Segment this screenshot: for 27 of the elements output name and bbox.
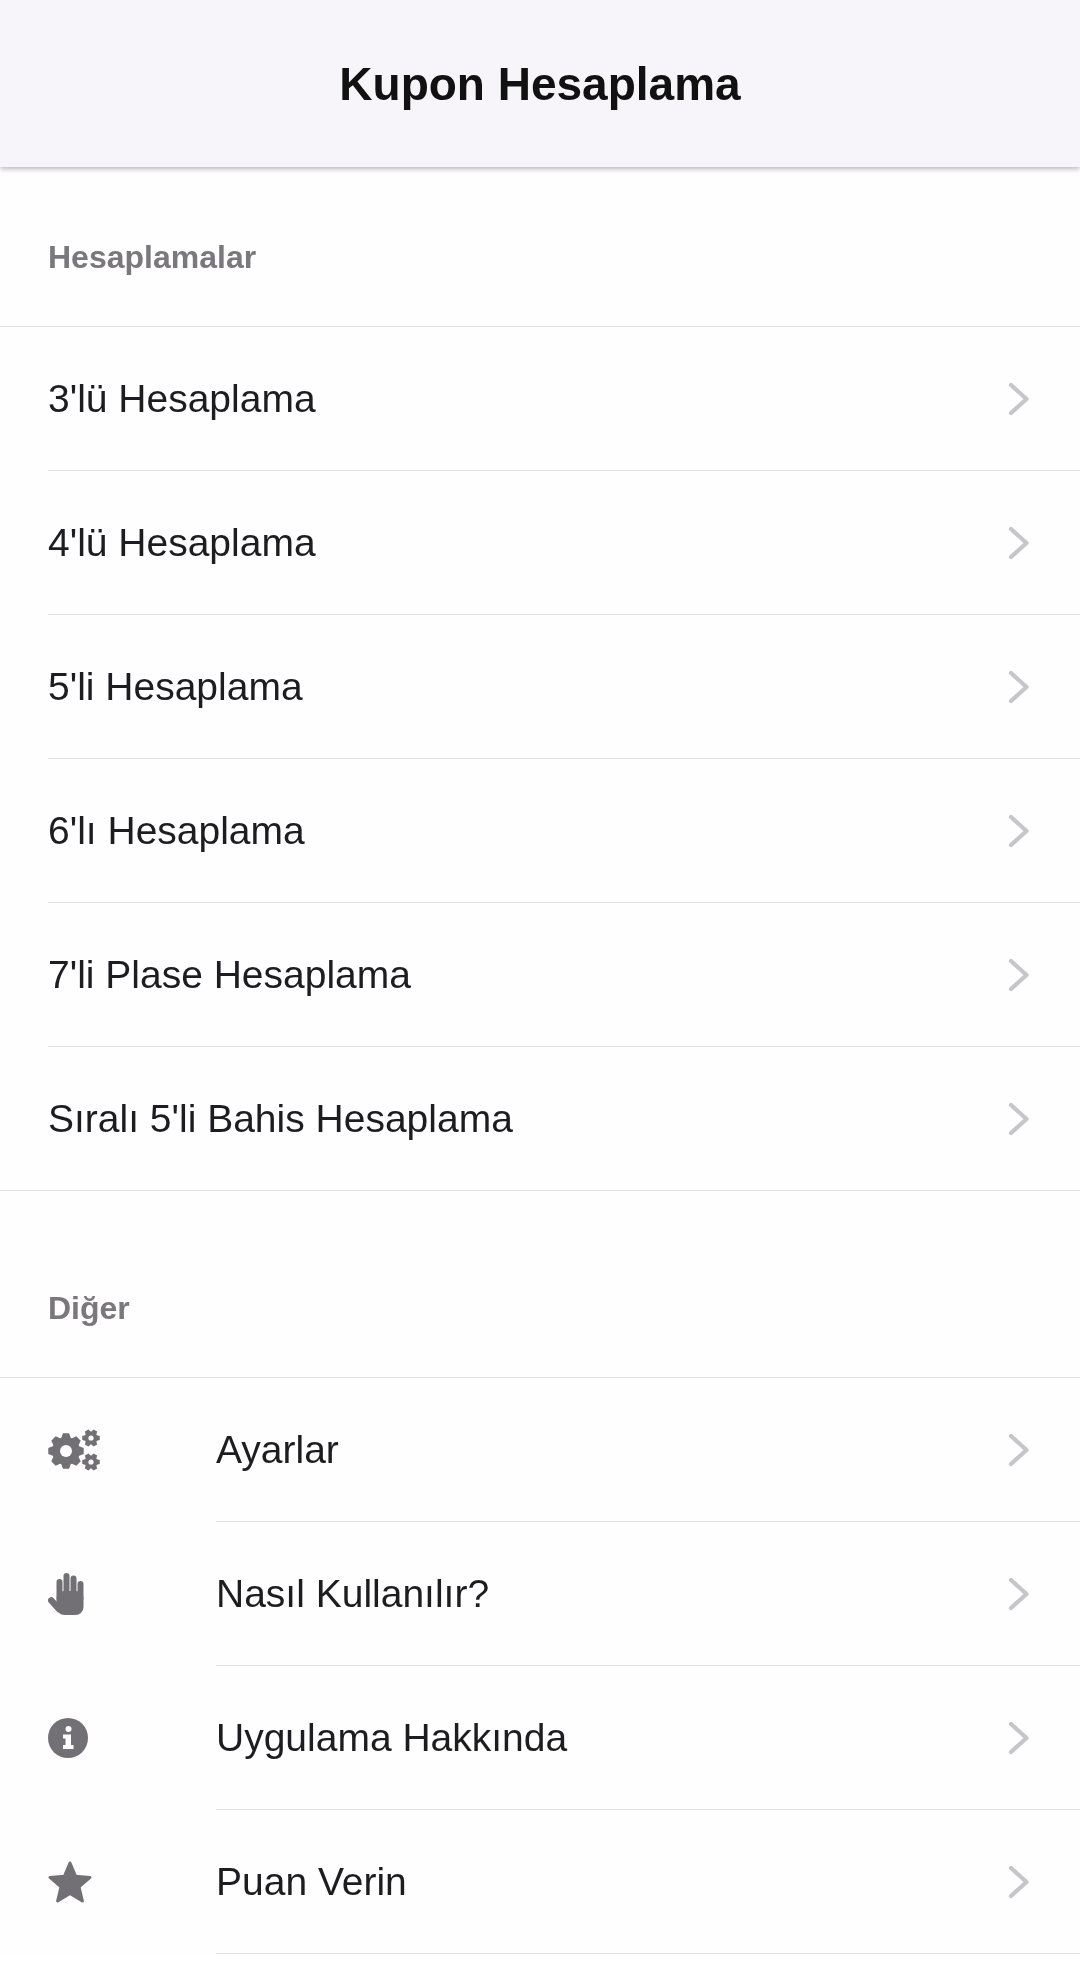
chevron-icon bbox=[1008, 381, 1030, 416]
list-item[interactable]: 6'lı Hesaplama bbox=[0, 759, 1080, 902]
app-title: Kupon Hesaplama bbox=[339, 56, 741, 112]
list-item[interactable]: 3'lü Hesaplama bbox=[0, 327, 1080, 470]
list-item[interactable]: 4'lü Hesaplama bbox=[0, 471, 1080, 614]
section-header: Diğer bbox=[48, 1289, 130, 1328]
gears-icon bbox=[48, 1428, 100, 1471]
chevron-icon bbox=[1008, 957, 1030, 992]
chevron-icon bbox=[1008, 1864, 1030, 1899]
chevron-icon bbox=[1008, 1720, 1030, 1755]
list-item[interactable]: Puan Verin bbox=[0, 1810, 1080, 1953]
list-item[interactable]: Ayarlar bbox=[0, 1378, 1080, 1521]
hand-icon bbox=[48, 1572, 84, 1615]
section-header: Hesaplamalar bbox=[48, 238, 257, 277]
list-item[interactable]: Uygulama Hakkında bbox=[0, 1666, 1080, 1809]
chevron-icon bbox=[1008, 669, 1030, 704]
list-item[interactable]: 5'li Hesaplama bbox=[0, 615, 1080, 758]
list-item[interactable]: 7'li Plase Hesaplama bbox=[0, 903, 1080, 1046]
list-item[interactable]: Nasıl Kullanılır? bbox=[0, 1522, 1080, 1665]
chevron-icon bbox=[1008, 1432, 1030, 1467]
list-item[interactable]: Sıralı 5'li Bahis Hesaplama bbox=[0, 1047, 1080, 1190]
chevron-icon bbox=[1008, 1576, 1030, 1611]
chevron-icon bbox=[1008, 525, 1030, 560]
info-icon bbox=[48, 1717, 88, 1758]
chevron-icon bbox=[1008, 813, 1030, 848]
chevron-icon bbox=[1008, 1101, 1030, 1136]
star-icon bbox=[48, 1860, 92, 1903]
